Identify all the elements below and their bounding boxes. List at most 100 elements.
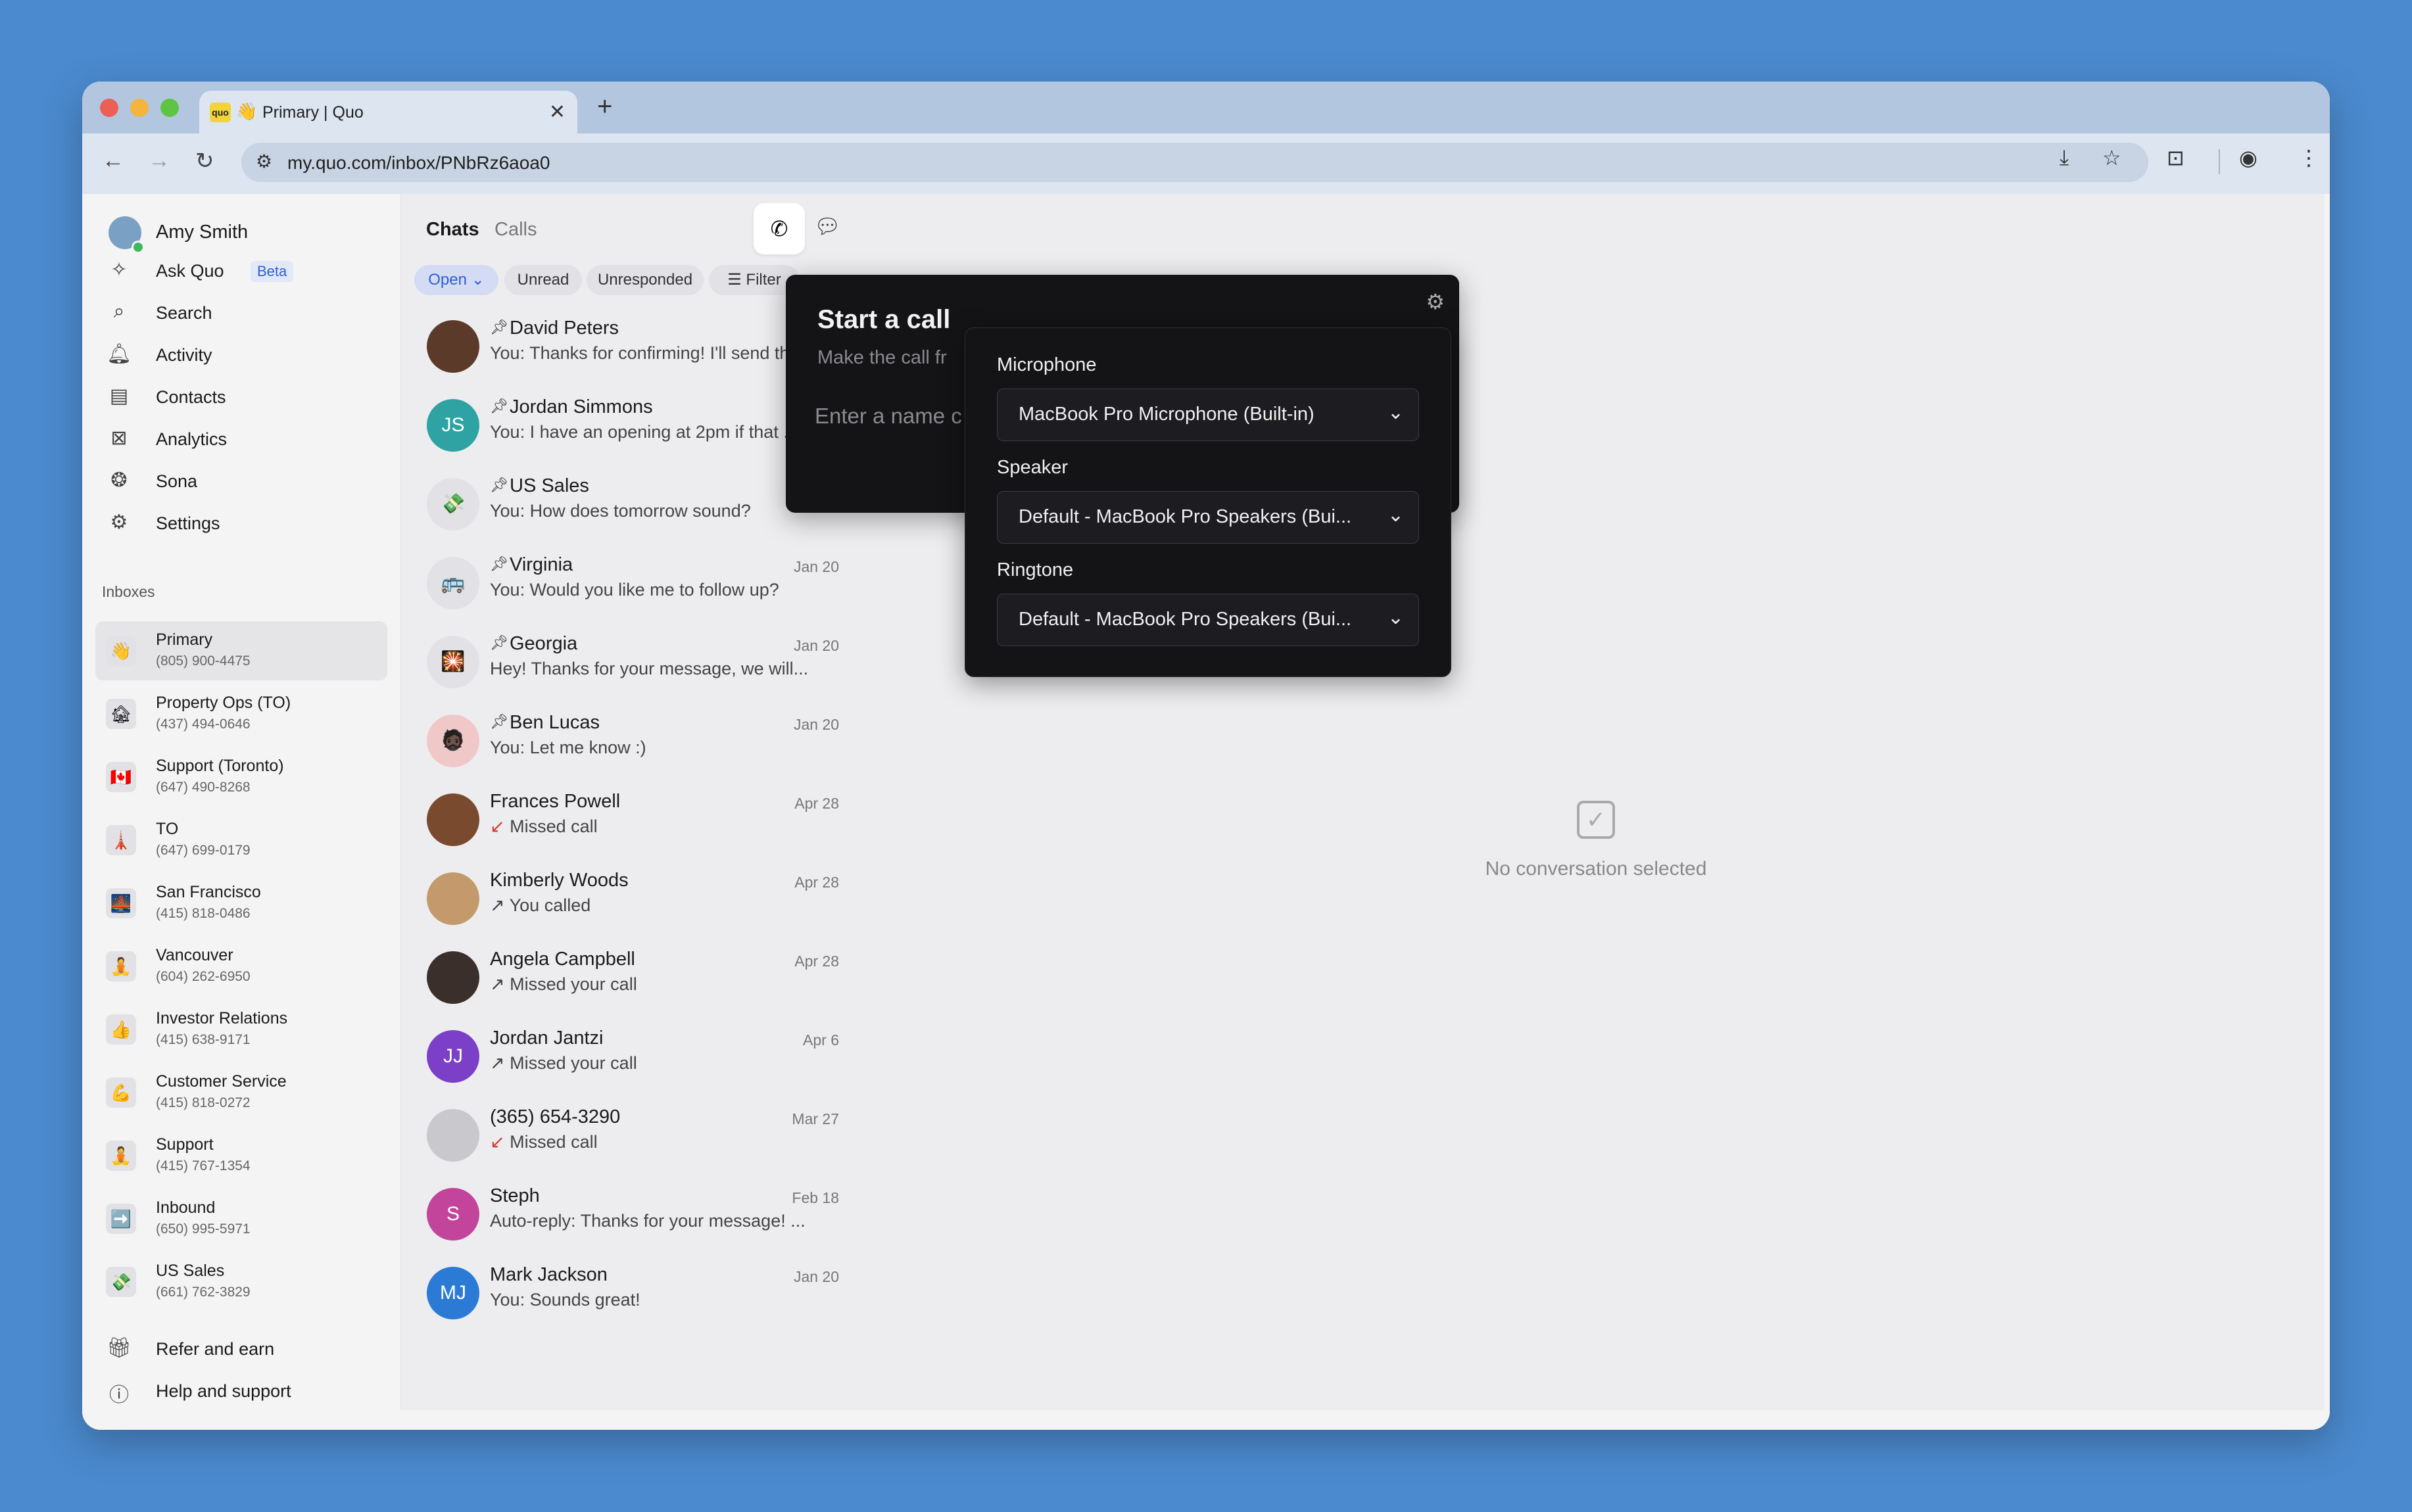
- sidebar-item-ask-quo[interactable]: ✧ Ask Quo Beta: [106, 254, 389, 289]
- tab-title: Primary | Quo: [262, 103, 364, 122]
- conversation-row[interactable]: Kimberly Woods Apr 28 ↗ You called: [414, 862, 855, 934]
- gear-icon: ⚙: [110, 511, 128, 533]
- online-status-dot: [132, 241, 145, 254]
- call-recipient-input[interactable]: Enter a name c: [815, 404, 962, 429]
- close-window-button[interactable]: [100, 99, 118, 117]
- more-menu-icon[interactable]: ⋮: [2298, 145, 2319, 170]
- filter-open-dropdown[interactable]: Open ⌄: [414, 265, 498, 295]
- inbox-number: (415) 767-1354: [156, 1158, 251, 1173]
- preview-text: Missed call: [510, 1132, 598, 1152]
- browser-tab-active[interactable]: quo 👋 Primary | Quo ✕: [199, 91, 577, 133]
- inbox-number: (415) 818-0486: [156, 906, 251, 921]
- site-info-icon[interactable]: ⚙: [256, 151, 272, 172]
- inbox-item[interactable]: 🌉 San Francisco (415) 818-0486: [95, 874, 387, 933]
- avatar: JJ: [427, 1030, 479, 1083]
- chevron-down-icon: ⌄: [1387, 607, 1404, 628]
- url-text[interactable]: my.quo.com/inbox/PNbRz6aoa0: [287, 153, 550, 174]
- sidebar-item-label: Analytics: [156, 429, 228, 449]
- preview-text: Missed your call: [510, 974, 637, 994]
- tab-search-icon[interactable]: ⊡: [2167, 145, 2184, 170]
- new-tab-button[interactable]: +: [597, 93, 612, 120]
- forward-arrow-icon[interactable]: →: [148, 148, 170, 174]
- tab-close-icon[interactable]: ✕: [549, 101, 566, 124]
- conversation-row[interactable]: JJ Jordan Jantzi Apr 6 ↗ Missed your call: [414, 1020, 855, 1092]
- back-arrow-icon[interactable]: ←: [102, 148, 124, 174]
- conversation-name: Angela Campbell: [490, 949, 635, 970]
- tab-calls[interactable]: Calls: [494, 219, 537, 241]
- inbox-emoji-icon: 🇨🇦: [106, 762, 136, 792]
- user-name[interactable]: Amy Smith: [156, 222, 248, 243]
- inbox-item[interactable]: 🇨🇦 Support (Toronto) (647) 490-8268: [95, 747, 387, 807]
- inbox-item[interactable]: 🏚 Property Ops (TO) (437) 494-0646: [95, 684, 387, 744]
- inbox-number: (647) 699-0179: [156, 843, 251, 858]
- new-message-button[interactable]: 💬︎: [814, 214, 841, 239]
- inbox-item[interactable]: 🗼 TO (647) 699-0179: [95, 811, 387, 870]
- sidebar-item-settings[interactable]: ⚙ Settings: [106, 507, 389, 541]
- profile-icon[interactable]: ◉: [2239, 145, 2257, 170]
- sidebar-item-label: Sona: [156, 471, 198, 491]
- inbox-emoji-icon: 💸: [106, 1267, 136, 1297]
- gear-icon[interactable]: ⚙: [1426, 289, 1445, 314]
- conversation-row[interactable]: Angela Campbell Apr 28 ↗ Missed your call: [414, 941, 855, 1013]
- conversation-row[interactable]: 🚌 📌︎ Virginia Jan 20 You: Would you like me …: [414, 546, 855, 619]
- filter-unread-chip[interactable]: Unread: [504, 265, 582, 295]
- chevron-down-icon: ⌄: [1387, 504, 1404, 526]
- inbox-item[interactable]: 🧘 Support (415) 767-1354: [95, 1126, 387, 1185]
- preview-text: You called: [509, 895, 591, 915]
- microphone-select[interactable]: MacBook Pro Microphone (Built-in) ⌄: [997, 389, 1419, 441]
- speaker-select[interactable]: Default - MacBook Pro Speakers (Bui... ⌄: [997, 491, 1419, 544]
- conversation-date: Mar 27: [792, 1110, 839, 1127]
- inbox-item[interactable]: 💸 US Sales (661) 762-3829: [95, 1252, 387, 1311]
- conversation-preview: You: Sounds great!: [490, 1290, 825, 1310]
- sidebar-item-label: Settings: [156, 513, 220, 533]
- inbox-number: (415) 638-9171: [156, 1032, 251, 1047]
- inbox-item[interactable]: 💪 Customer Service (415) 818-0272: [95, 1063, 387, 1122]
- ringtone-select[interactable]: Default - MacBook Pro Speakers (Bui... ⌄: [997, 594, 1419, 646]
- tab-chats[interactable]: Chats: [426, 219, 479, 241]
- sidebar-item-contacts[interactable]: ▤ Contacts: [106, 381, 389, 415]
- inbox-emoji-icon: 🧘: [106, 1141, 136, 1171]
- inbox-item[interactable]: 🧘 Vancouver (604) 262-6950: [95, 937, 387, 996]
- phone-icon: ✆: [770, 217, 788, 241]
- conversation-row[interactable]: MJ Mark Jackson Jan 20 You: Sounds great!: [414, 1256, 855, 1329]
- conversation-row[interactable]: Frances Powell Apr 28 ↙ Missed call: [414, 783, 855, 855]
- sona-icon: ❂: [110, 469, 128, 491]
- beta-badge: Beta: [251, 261, 294, 282]
- inbox-name: Property Ops (TO): [156, 694, 291, 712]
- filter-unresponded-chip[interactable]: Unresponded: [587, 265, 704, 295]
- conversation-preview: ↗ Missed your call: [490, 974, 825, 995]
- conversation-preview: You: I have an opening at 2pm if that ..…: [490, 422, 825, 442]
- minimize-window-button[interactable]: [130, 99, 149, 117]
- pin-icon: 📌︎: [490, 713, 508, 730]
- start-call-button[interactable]: ✆: [754, 203, 805, 254]
- sidebar-item-analytics[interactable]: ⊠ Analytics: [106, 423, 389, 457]
- conversation-date: Apr 28: [794, 874, 839, 891]
- inbox-name: Vancouver: [156, 946, 233, 964]
- conversation-row[interactable]: 🧔🏿 📌︎ Ben Lucas Jan 20 You: Let me know :): [414, 704, 855, 776]
- inbox-item[interactable]: ➡️ Inbound (650) 995-5971: [95, 1189, 387, 1248]
- conversation-name: (365) 654-3290: [490, 1106, 621, 1127]
- inbox-emoji-icon: 👋: [106, 636, 136, 666]
- refer-and-earn-link[interactable]: 🎁︎ Refer and earn: [106, 1333, 389, 1365]
- avatar: 🧔🏿: [427, 715, 479, 767]
- conversation-row[interactable]: S Steph Feb 18 Auto-reply: Thanks for your …: [414, 1177, 855, 1250]
- conversation-name: Kimberly Woods: [490, 870, 629, 891]
- preview-text: You: Sounds great!: [490, 1290, 640, 1310]
- reload-icon[interactable]: ↻: [195, 148, 214, 174]
- sidebar-item-activity[interactable]: 🔔︎ Activity: [106, 339, 389, 373]
- bookmark-star-icon[interactable]: ☆: [2102, 145, 2121, 170]
- inbox-item-primary[interactable]: 👋 Primary (805) 900-4475: [95, 621, 387, 680]
- sidebar-item-search[interactable]: ⌕ Search: [106, 296, 389, 331]
- chevron-down-icon: ⌄: [1387, 402, 1404, 423]
- conversation-row[interactable]: (365) 654-3290 Mar 27 ↙ Missed call: [414, 1099, 855, 1171]
- address-bar[interactable]: ⚙ my.quo.com/inbox/PNbRz6aoa0: [241, 143, 2148, 182]
- help-and-support-link[interactable]: ⓘ Help and support: [106, 1375, 389, 1407]
- sidebar-item-sona[interactable]: ❂ Sona: [106, 465, 389, 499]
- maximize-window-button[interactable]: [160, 99, 179, 117]
- inbox-name: Support (Toronto): [156, 757, 284, 775]
- install-app-icon[interactable]: ⤓: [2060, 145, 2069, 170]
- inbox-name: Primary: [156, 630, 213, 649]
- inbox-item[interactable]: 👍 Investor Relations (415) 638-9171: [95, 1000, 387, 1059]
- conversation-row[interactable]: 🎇 📌︎ Georgia Jan 20 Hey! Thanks for your mes…: [414, 625, 855, 697]
- conversation-preview: You: Let me know :): [490, 738, 825, 758]
